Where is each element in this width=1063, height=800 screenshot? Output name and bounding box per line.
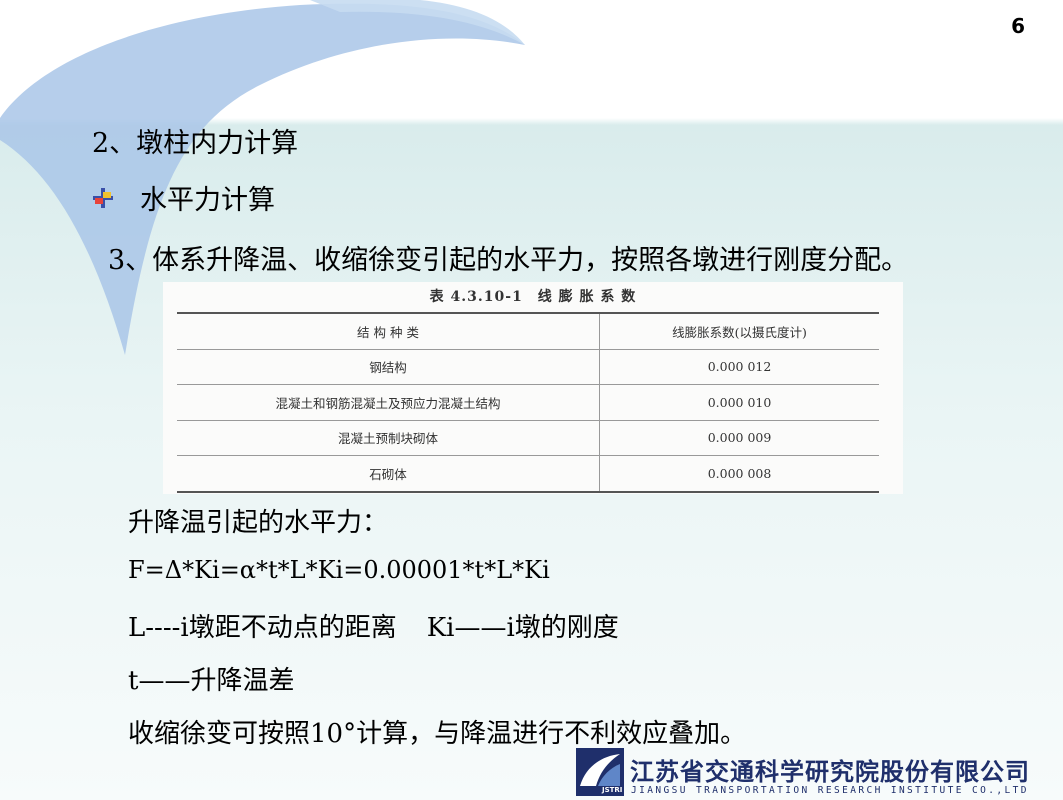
table-header-row: 结 构 种 类 线膨胀系数(以摄氏度计) bbox=[177, 314, 879, 350]
bullet-item: 水平力计算 bbox=[92, 178, 275, 217]
table-cell: 钢结构 bbox=[177, 349, 600, 384]
table-cell: 石砌体 bbox=[177, 456, 600, 491]
table-row: 钢结构 0.000 012 bbox=[177, 349, 879, 385]
definition-Ki: Ki——i墩的刚度 bbox=[426, 613, 619, 643]
definition-t: t——升降温差 bbox=[128, 666, 295, 696]
table-caption: 表 4.3.10-1 线 膨 胀 系 数 bbox=[429, 289, 637, 305]
bullet-text: 水平力计算 bbox=[140, 185, 275, 216]
point-text: 3、体系升降温、收缩徐变引起的水平力，按照各墩进行刚度分配。 bbox=[108, 245, 909, 276]
table-header-cell: 结 构 种 类 bbox=[177, 314, 600, 349]
definition-line: L----i墩距不动点的距离 Ki——i墩的刚度 bbox=[128, 607, 619, 644]
table-cell: 0.000 010 bbox=[707, 394, 772, 410]
company-name-cn: 江苏省交通科学研究院股份有限公司 bbox=[630, 758, 1030, 786]
table-cell: 0.000 008 bbox=[707, 465, 772, 481]
formula: F=Δ*Ki=α*t*L*Ki=0.00001*t*L*Ki bbox=[128, 556, 550, 584]
company-name-en: JIANGSU TRANSPORTATION RESEARCH INSTITUT… bbox=[631, 785, 1029, 796]
table-cell: 0.000 009 bbox=[707, 430, 772, 446]
table-row: 石砌体 0.000 008 bbox=[177, 456, 879, 491]
table-cell: 0.000 012 bbox=[707, 359, 772, 375]
definition-L: L----i墩距不动点的距离 bbox=[128, 613, 397, 643]
table-row: 混凝土和钢筋混凝土及预应力混凝土结构 0.000 010 bbox=[177, 385, 879, 421]
heat-force-title: 升降温引起的水平力： bbox=[128, 508, 389, 538]
logo-text: JSTRI bbox=[602, 786, 623, 794]
page-number: 6 bbox=[1011, 14, 1025, 38]
table-cell: 混凝土和钢筋混凝土及预应力混凝土结构 bbox=[177, 385, 600, 420]
table-row: 混凝土预制块砌体 0.000 009 bbox=[177, 420, 879, 456]
section-title: 2、墩柱内力计算 bbox=[92, 128, 299, 159]
table-body: 结 构 种 类 线膨胀系数(以摄氏度计) 钢结构 0.000 012 混凝土和钢… bbox=[177, 312, 879, 493]
table-header-cell: 线膨胀系数(以摄氏度计) bbox=[672, 324, 807, 340]
table-cell: 混凝土预制块砌体 bbox=[177, 420, 600, 455]
shrinkage-note: 收缩徐变可按照10°计算，与降温进行不利效应叠加。 bbox=[128, 719, 747, 749]
cross-bullet-icon bbox=[93, 187, 113, 208]
expansion-coefficient-table: 表 4.3.10-1 线 膨 胀 系 数 结 构 种 类 线膨胀系数(以摄氏度计… bbox=[163, 282, 903, 494]
